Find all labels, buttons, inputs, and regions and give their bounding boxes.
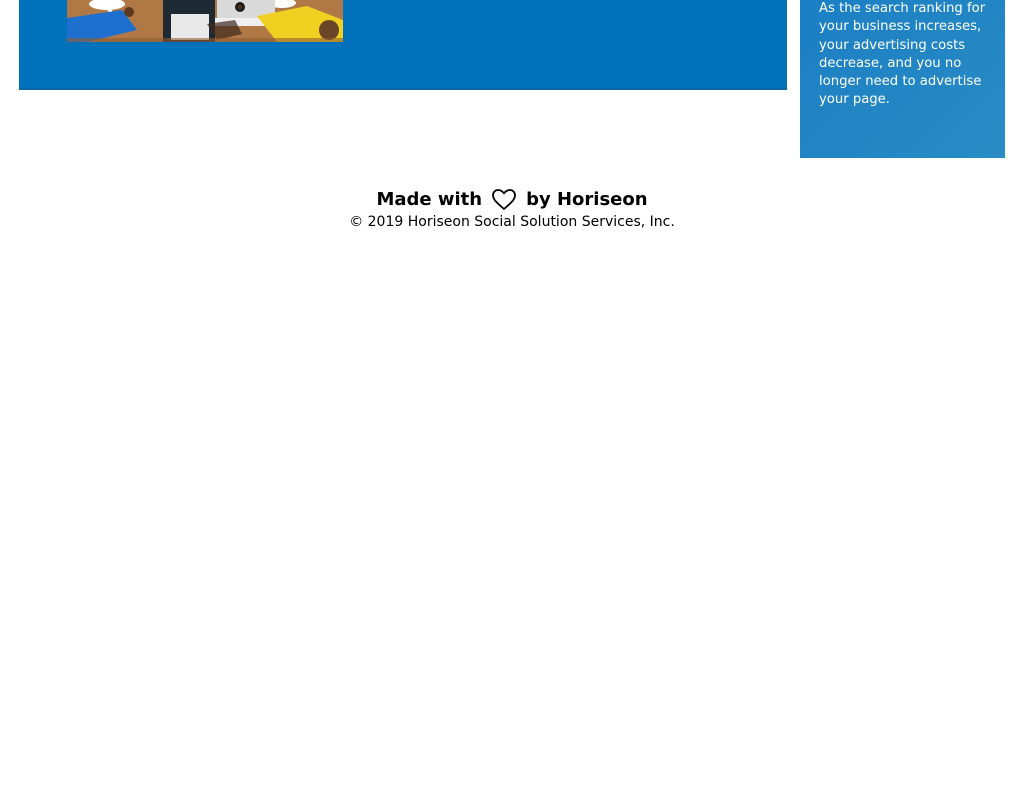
copyright-text: © 2019 Horiseon Social Solution Services… xyxy=(349,214,675,230)
collaboration-image-graphic xyxy=(67,0,343,42)
footer: Made with by Horiseon © 2019 Horiseon So… xyxy=(0,188,1024,231)
by-author-label: by Horiseon xyxy=(526,189,648,210)
heart-icon xyxy=(492,189,516,211)
made-with-line: Made with by Horiseon xyxy=(0,188,1024,212)
made-with-label: Made with xyxy=(376,189,483,210)
benefit-text: As the search ranking for your business … xyxy=(819,1,986,108)
benefit-card: As the search ranking for your business … xyxy=(800,0,1005,158)
collaboration-image xyxy=(67,0,343,42)
content-section xyxy=(19,0,787,90)
